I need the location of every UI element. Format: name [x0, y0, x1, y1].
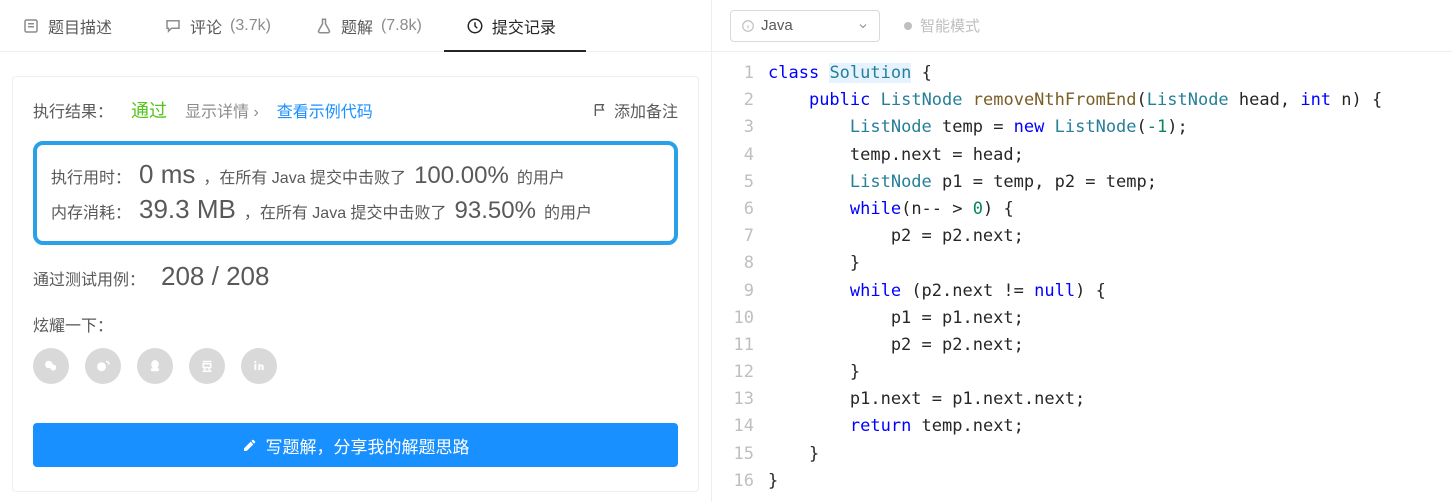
memory-value: 39.3 MB [139, 194, 236, 225]
code-line[interactable]: p1 = p1.next; [768, 305, 1452, 332]
code-line[interactable]: ListNode p1 = temp, p2 = temp; [768, 169, 1452, 196]
sample-code-link[interactable]: 查看示例代码 [277, 98, 373, 122]
chevron-down-icon [857, 20, 869, 32]
line-number: 5 [712, 169, 754, 196]
line-number: 14 [712, 413, 754, 440]
weibo-icon[interactable] [85, 348, 121, 384]
result-header: 执行结果： 通过 显示详情 › 查看示例代码 添加备注 [33, 97, 678, 123]
info-icon [741, 19, 755, 33]
line-number: 9 [712, 278, 754, 305]
code-lines[interactable]: class Solution { public ListNode removeN… [768, 60, 1452, 502]
code-line[interactable]: ListNode temp = new ListNode(-1); [768, 114, 1452, 141]
qq-icon[interactable] [137, 348, 173, 384]
code-line[interactable]: temp.next = head; [768, 142, 1452, 169]
language-select[interactable]: Java [730, 10, 880, 42]
line-number: 16 [712, 468, 754, 495]
line-number: 10 [712, 305, 754, 332]
testcases-label: 通过测试用例： [33, 266, 145, 290]
testcases-row: 通过测试用例： 208 / 208 [33, 261, 678, 292]
editor-toolbar: Java 智能模式 [712, 0, 1452, 52]
add-note-label: 添加备注 [614, 98, 678, 122]
code-editor[interactable]: 12345678910111213141516 class Solution {… [712, 52, 1452, 502]
code-line[interactable]: } [768, 250, 1452, 277]
tab-solutions[interactable]: 题解 (7.8k) [293, 0, 444, 51]
result-status: 通过 [131, 97, 167, 123]
line-number: 13 [712, 386, 754, 413]
line-number: 12 [712, 359, 754, 386]
line-number: 4 [712, 142, 754, 169]
runtime-prefix: ，在所有 Java 提交中击败了 [203, 164, 406, 188]
wechat-icon[interactable] [33, 348, 69, 384]
line-number: 7 [712, 223, 754, 250]
code-line[interactable]: p2 = p2.next; [768, 332, 1452, 359]
memory-percent: 93.50% [455, 197, 536, 225]
code-line[interactable]: public ListNode removeNthFromEnd(ListNod… [768, 87, 1452, 114]
memory-suffix: 的用户 [544, 199, 592, 223]
results-card: 执行结果： 通过 显示详情 › 查看示例代码 添加备注 执行用时： 0 ms ，… [12, 76, 699, 492]
tab-comments[interactable]: 评论 (3.7k) [142, 0, 293, 51]
code-line[interactable]: while(n-- > 0) { [768, 196, 1452, 223]
line-number: 2 [712, 87, 754, 114]
show-details-link[interactable]: 显示详情 › [185, 98, 259, 122]
right-pane: Java 智能模式 12345678910111213141516 class … [712, 0, 1452, 502]
language-label: Java [761, 17, 793, 34]
line-number: 1 [712, 60, 754, 87]
mode-label: 智能模式 [920, 15, 980, 36]
code-line[interactable]: } [768, 359, 1452, 386]
memory-label: 内存消耗： [51, 199, 131, 223]
line-gutter: 12345678910111213141516 [712, 60, 768, 502]
flag-icon [592, 102, 608, 118]
memory-prefix: ，在所有 Java 提交中击败了 [244, 199, 447, 223]
code-line[interactable]: } [768, 441, 1452, 468]
clock-icon [466, 17, 484, 35]
mode-indicator[interactable]: 智能模式 [904, 15, 980, 36]
tabs-bar: 题目描述 评论 (3.7k) 题解 (7.8k) [0, 0, 711, 52]
comment-icon [164, 17, 182, 35]
share-icons [33, 348, 678, 384]
tab-label: 题解 [341, 14, 373, 38]
testcases-value: 208 / 208 [161, 261, 269, 292]
share-label: 炫耀一下： [33, 312, 678, 336]
runtime-percent: 100.00% [414, 162, 509, 190]
add-note-button[interactable]: 添加备注 [592, 98, 678, 122]
left-pane: 题目描述 评论 (3.7k) 题解 (7.8k) [0, 0, 712, 502]
tab-label: 评论 [190, 14, 222, 38]
tab-label: 题目描述 [48, 14, 112, 38]
douban-icon[interactable] [189, 348, 225, 384]
line-number: 15 [712, 441, 754, 468]
code-line[interactable]: while (p2.next != null) { [768, 278, 1452, 305]
code-line[interactable]: p1.next = p1.next.next; [768, 386, 1452, 413]
linkedin-icon[interactable] [241, 348, 277, 384]
line-number: 11 [712, 332, 754, 359]
tab-count: (7.8k) [381, 17, 422, 35]
runtime-suffix: 的用户 [517, 164, 565, 188]
code-line[interactable]: p2 = p2.next; [768, 223, 1452, 250]
pencil-icon [242, 437, 258, 453]
write-solution-label: 写题解，分享我的解题思路 [266, 433, 470, 458]
tab-count: (3.7k) [230, 17, 271, 35]
metrics-highlight: 执行用时： 0 ms ，在所有 Java 提交中击败了 100.00% 的用户 … [33, 141, 678, 245]
runtime-value: 0 ms [139, 159, 195, 190]
write-solution-button[interactable]: 写题解，分享我的解题思路 [33, 423, 678, 467]
runtime-row: 执行用时： 0 ms ，在所有 Java 提交中击败了 100.00% 的用户 [51, 159, 660, 190]
code-line[interactable]: class Solution { [768, 60, 1452, 87]
result-label: 执行结果： [33, 98, 113, 122]
dot-icon [904, 22, 912, 30]
tab-description[interactable]: 题目描述 [0, 0, 142, 51]
line-number: 6 [712, 196, 754, 223]
line-number: 8 [712, 250, 754, 277]
code-line[interactable]: return temp.next; [768, 413, 1452, 440]
tab-label: 提交记录 [492, 14, 556, 38]
flask-icon [315, 17, 333, 35]
tab-submissions[interactable]: 提交记录 [444, 0, 586, 51]
line-number: 3 [712, 114, 754, 141]
memory-row: 内存消耗： 39.3 MB ，在所有 Java 提交中击败了 93.50% 的用… [51, 194, 660, 225]
code-line[interactable]: } [768, 468, 1452, 495]
runtime-label: 执行用时： [51, 164, 131, 188]
document-icon [22, 17, 40, 35]
